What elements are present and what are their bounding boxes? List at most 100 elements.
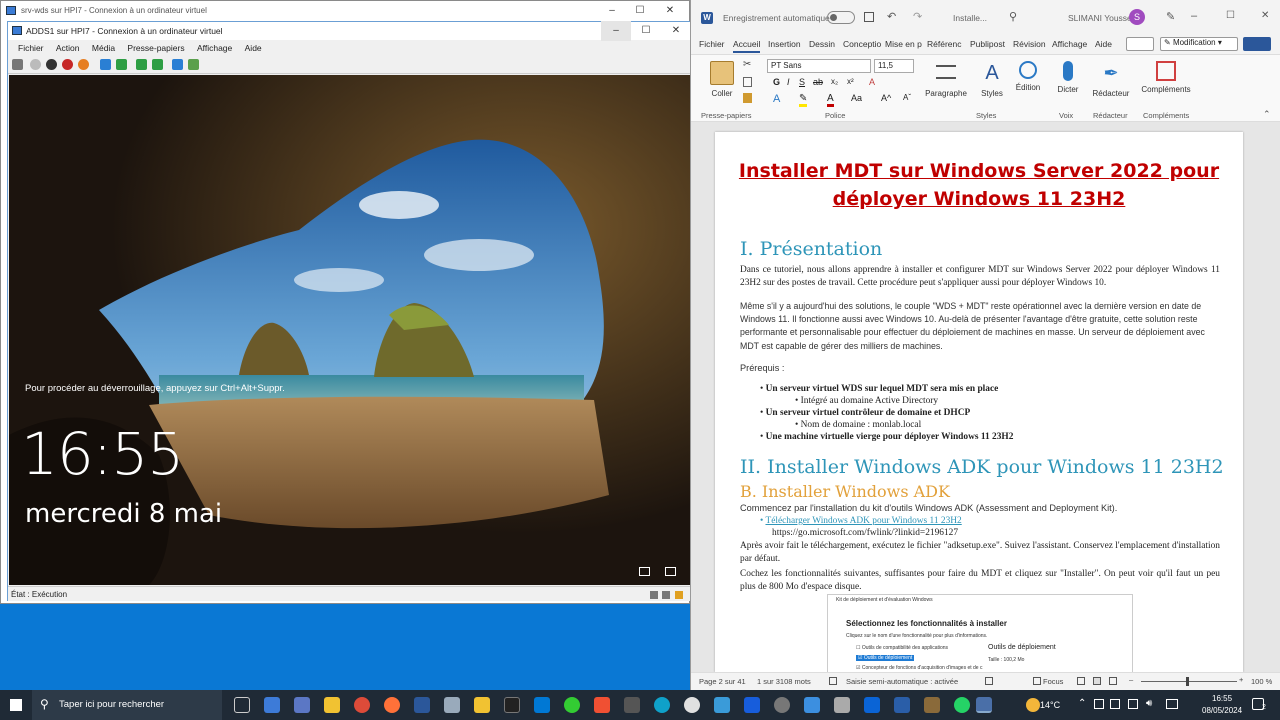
download-link-text[interactable]: Télécharger Windows ADK pour Windows 11 …: [765, 516, 961, 526]
whatsapp-icon[interactable]: [954, 697, 970, 713]
close-icon[interactable]: ✕: [655, 1, 685, 21]
strikethrough-icon[interactable]: ab: [813, 77, 823, 87]
notepad-icon[interactable]: [444, 697, 460, 713]
tab-accueil[interactable]: Accueil: [733, 39, 761, 53]
tab-references[interactable]: Référenc: [927, 39, 962, 49]
revert-icon[interactable]: [152, 59, 163, 70]
maximize-icon[interactable]: ☐: [625, 1, 655, 21]
zoom-level[interactable]: 100 %: [1251, 677, 1272, 686]
xbox-icon[interactable]: [564, 697, 580, 713]
share-button[interactable]: [1243, 37, 1271, 51]
font-name-select[interactable]: PT Sans: [767, 59, 871, 73]
weather-icon[interactable]: [1026, 698, 1040, 712]
clear-format-icon[interactable]: A: [869, 77, 875, 87]
page-count[interactable]: Page 2 sur 41: [699, 677, 746, 686]
accessibility-icon[interactable]: [985, 677, 993, 685]
menu-presse-papiers[interactable]: Presse-papiers: [127, 43, 184, 53]
ctrl-alt-del-icon[interactable]: [12, 59, 23, 70]
editor-button[interactable]: ✒ Rédacteur: [1091, 61, 1131, 98]
styles-button[interactable]: A Styles: [977, 61, 1007, 98]
server-manager-icon[interactable]: [294, 697, 310, 713]
tab-publipostage[interactable]: Publipost: [970, 39, 1005, 49]
chrome-icon[interactable]: [354, 697, 370, 713]
download-link[interactable]: • Télécharger Windows ADK pour Windows 1…: [760, 516, 962, 526]
calculator-icon[interactable]: [624, 697, 640, 713]
collapse-ribbon-icon[interactable]: ⌃: [1263, 109, 1271, 120]
task-view-icon[interactable]: [234, 697, 250, 713]
redo-icon[interactable]: ↷: [913, 10, 922, 23]
dictate-button[interactable]: Dicter: [1053, 61, 1083, 94]
zoom-in-icon[interactable]: +: [1239, 675, 1243, 684]
avatar[interactable]: S: [1129, 9, 1145, 25]
format-painter-icon[interactable]: [743, 93, 752, 103]
terminal-icon[interactable]: [504, 697, 520, 713]
document-page[interactable]: Installer MDT sur Windows Server 2022 po…: [715, 132, 1243, 672]
menu-aide[interactable]: Aide: [245, 43, 262, 53]
pen-icon[interactable]: ✎: [1166, 10, 1175, 23]
network-icon[interactable]: [1128, 699, 1138, 709]
change-case-icon[interactable]: Aa: [851, 93, 862, 103]
volume-icon[interactable]: 🔊︎: [1146, 698, 1152, 709]
itunes-icon[interactable]: [684, 697, 700, 713]
paragraph-button[interactable]: Paragraphe: [923, 61, 969, 98]
copy-icon[interactable]: [743, 77, 752, 87]
italic-icon[interactable]: I: [787, 77, 790, 87]
user-name[interactable]: SLIMANI Youssef: [1068, 13, 1134, 23]
tab-revision[interactable]: Révision: [1013, 39, 1046, 49]
save-icon[interactable]: [864, 12, 874, 22]
close-icon[interactable]: ✕: [661, 21, 691, 41]
turn-off-icon[interactable]: [46, 59, 57, 70]
text-effects-icon[interactable]: A: [773, 93, 780, 105]
tab-aide[interactable]: Aide: [1095, 39, 1112, 49]
focus-icon[interactable]: [1033, 677, 1041, 685]
paste-button[interactable]: Coller: [705, 61, 739, 98]
tab-mise-en-page[interactable]: Mise en p: [885, 39, 922, 49]
temperature[interactable]: 14°C: [1040, 700, 1060, 710]
maximize-icon[interactable]: ☐: [631, 21, 661, 41]
powershell-icon[interactable]: [894, 697, 910, 713]
tab-insertion[interactable]: Insertion: [768, 39, 801, 49]
tray-app-icon[interactable]: [1110, 699, 1120, 709]
menu-action[interactable]: Action: [56, 43, 80, 53]
proofing-icon[interactable]: [829, 677, 837, 685]
menu-affichage[interactable]: Affichage: [197, 43, 232, 53]
clock-date[interactable]: 08/05/2024: [1202, 706, 1242, 715]
play-icon[interactable]: [116, 59, 127, 70]
menu-media[interactable]: Média: [92, 43, 115, 53]
firefox-icon[interactable]: [384, 697, 400, 713]
minecraft-icon[interactable]: [924, 697, 940, 713]
clock-time[interactable]: 16:55: [1212, 694, 1232, 703]
word-icon[interactable]: [414, 697, 430, 713]
superscript-icon[interactable]: x²: [847, 77, 854, 86]
document-name[interactable]: Installe...: [953, 13, 987, 23]
share-icon[interactable]: [188, 59, 199, 70]
taskbar-search[interactable]: ⚲ Taper ici pour rechercher: [32, 690, 222, 720]
highlight-icon[interactable]: ✎: [799, 93, 808, 107]
git-icon[interactable]: [594, 697, 610, 713]
bold-icon[interactable]: G: [773, 77, 780, 87]
minimize-icon[interactable]: –: [597, 1, 627, 21]
windows-start-icon[interactable]: [10, 699, 22, 711]
photos-icon[interactable]: [714, 697, 730, 713]
read-mode-icon[interactable]: [1077, 677, 1085, 685]
app-icon[interactable]: [834, 697, 850, 713]
close-icon[interactable]: ✕: [1261, 10, 1269, 21]
edge-icon[interactable]: [654, 697, 670, 713]
autocomplete-status[interactable]: Saisie semi-automatique : activée: [846, 677, 958, 686]
onedrive-icon[interactable]: [864, 697, 880, 713]
file-explorer-icon[interactable]: [324, 697, 340, 713]
network-icon[interactable]: [639, 567, 650, 576]
modification-button[interactable]: ✎ Modification ▾: [1160, 37, 1238, 51]
word-count[interactable]: 1 sur 3108 mots: [757, 677, 811, 686]
focus-label[interactable]: Focus: [1043, 677, 1063, 686]
remote-desktop-icon[interactable]: [804, 697, 820, 713]
hyperv-app-icon[interactable]: [264, 697, 280, 713]
search-icon[interactable]: ⚲: [1009, 10, 1017, 23]
tab-affichage[interactable]: Affichage: [1052, 39, 1087, 49]
checkpoint-icon[interactable]: [136, 59, 147, 70]
tab-dessin[interactable]: Dessin: [809, 39, 835, 49]
shrink-font-icon[interactable]: Aˇ: [903, 93, 911, 102]
shutdown-icon[interactable]: [62, 59, 73, 70]
maximize-icon[interactable]: ☐: [1226, 10, 1235, 21]
grow-font-icon[interactable]: A^: [881, 93, 891, 103]
